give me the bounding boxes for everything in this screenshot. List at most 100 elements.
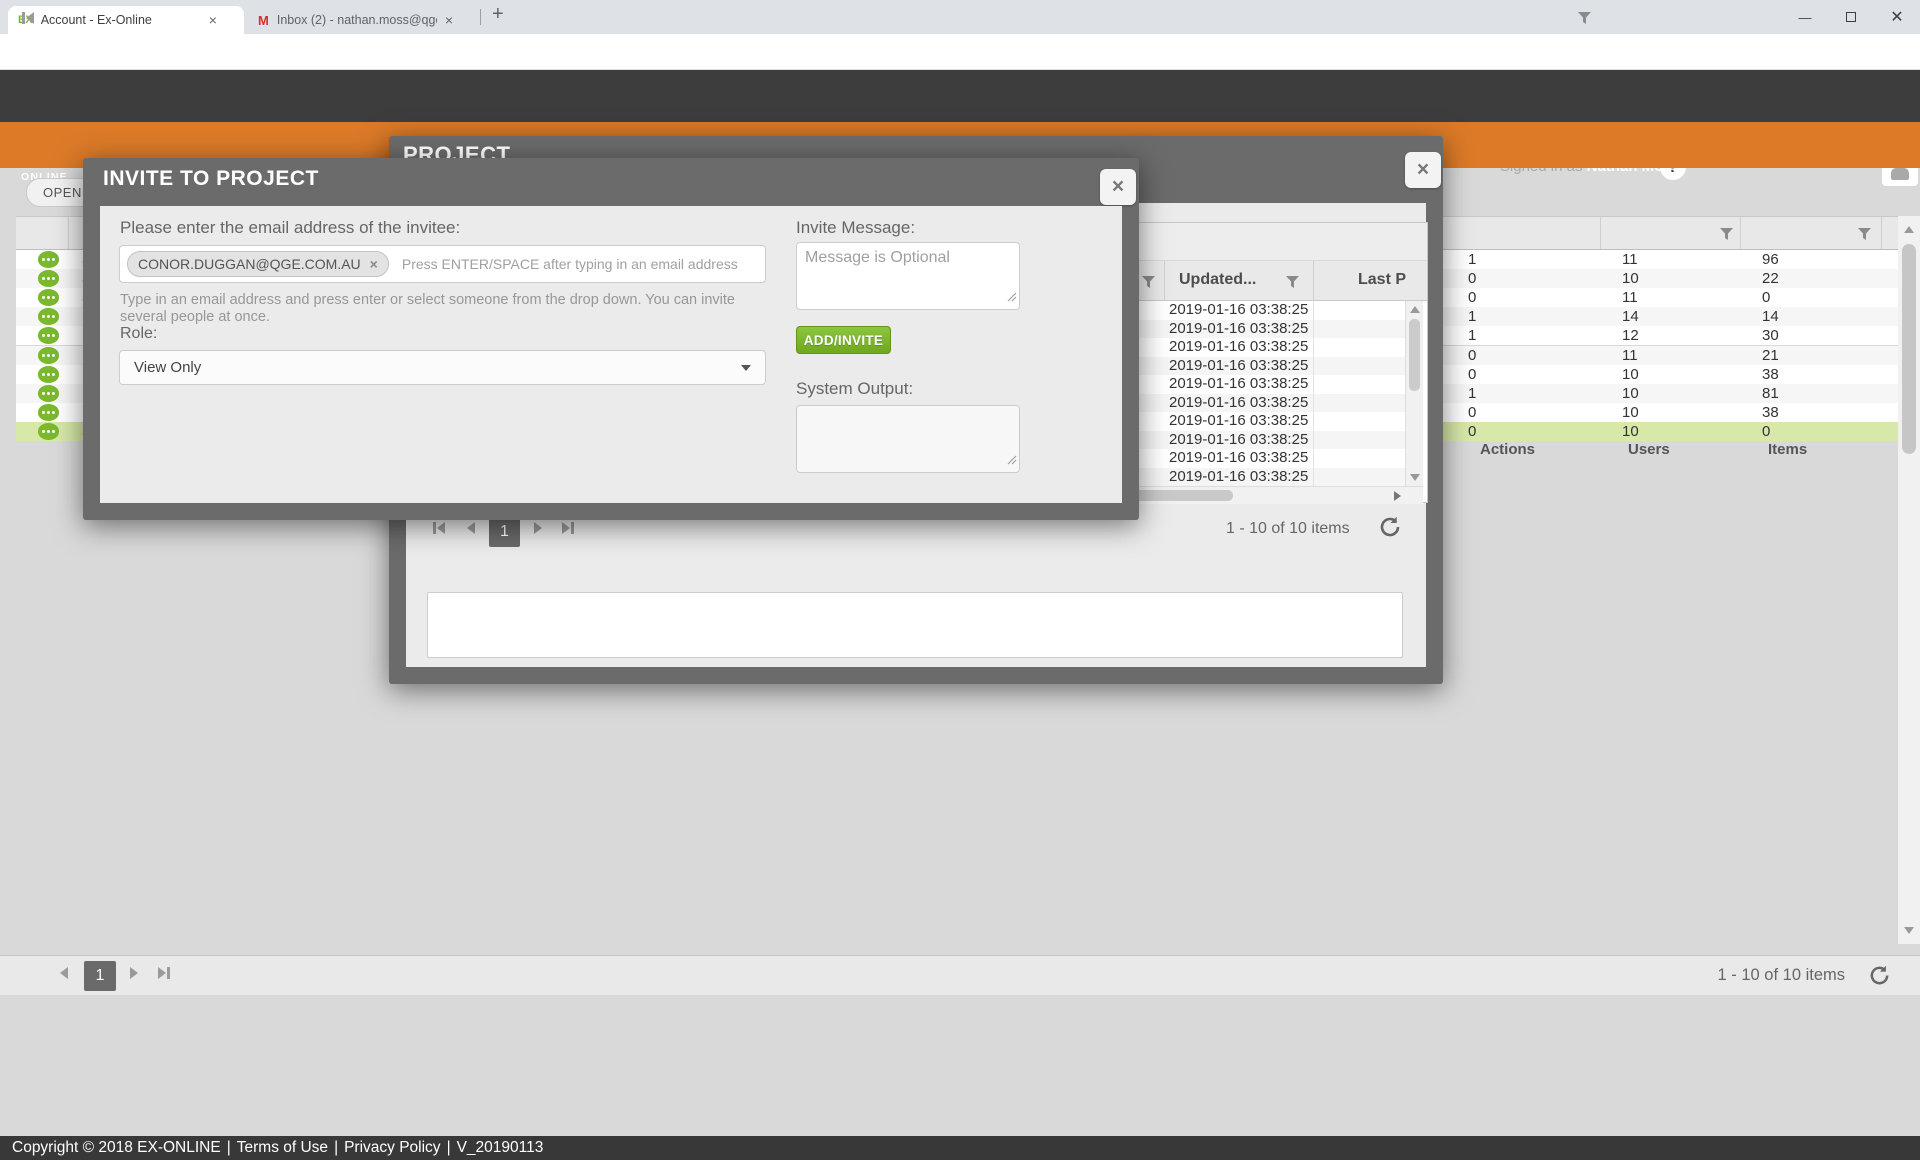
prev-page-button[interactable] xyxy=(60,967,68,979)
current-page-button[interactable]: 1 xyxy=(489,516,520,547)
column-divider xyxy=(68,217,69,249)
new-tab-button[interactable]: + xyxy=(492,3,504,26)
project-comment-textarea[interactable] xyxy=(427,592,1403,658)
page-scrollbar[interactable] xyxy=(1898,216,1920,944)
scroll-down-icon[interactable] xyxy=(1904,927,1914,934)
scroll-up-icon[interactable] xyxy=(1410,306,1420,313)
row-menu-button[interactable] xyxy=(38,347,59,364)
row-menu-button[interactable] xyxy=(38,366,59,383)
grid-scrollbar-vertical[interactable] xyxy=(1405,301,1423,486)
invite-modal-close-button[interactable]: × xyxy=(1100,169,1136,205)
column-divider xyxy=(1164,261,1165,300)
items-count-text: 1 - 10 of 10 items xyxy=(1718,966,1845,985)
role-select[interactable]: View Only xyxy=(119,350,766,385)
filter-icon[interactable] xyxy=(1142,275,1155,293)
column-divider xyxy=(1881,217,1882,249)
cell-updated: 2019-01-16 03:38:25 xyxy=(1169,375,1308,392)
cell-updated: 2019-01-16 03:38:25 xyxy=(1169,449,1308,466)
cell-items: 96 xyxy=(1762,251,1779,268)
app-header: EX ONLINE. ? Signed in as Nathan Moss xyxy=(0,70,1920,122)
cell-users: 11 xyxy=(1622,347,1638,364)
filter-icon[interactable] xyxy=(1720,227,1733,245)
cell-actions: 1 xyxy=(1468,251,1476,268)
browser-tab-inbox[interactable]: M Inbox (2) - nathan.moss@qge.co × xyxy=(248,6,476,34)
cell-items: 38 xyxy=(1762,404,1779,421)
row-menu-button[interactable] xyxy=(38,270,59,287)
version-text: V_20190113 xyxy=(457,1139,544,1157)
row-menu-button[interactable] xyxy=(38,251,59,268)
column-divider xyxy=(1313,301,1314,320)
scroll-right-icon[interactable] xyxy=(1394,491,1401,501)
scrollbar-thumb[interactable] xyxy=(1409,319,1420,391)
project-dialog-close-button[interactable]: × xyxy=(1405,152,1441,188)
filter-icon[interactable] xyxy=(1286,275,1299,293)
browser-tab-strip: EX Account - Ex-Online × M Inbox (2) - n… xyxy=(0,0,1920,34)
cell-updated: 2019-01-16 03:38:25 xyxy=(1169,320,1308,337)
scroll-down-icon[interactable] xyxy=(1410,474,1420,481)
invite-modal-title: INVITE TO PROJECT xyxy=(103,167,319,191)
first-page-button[interactable] xyxy=(433,522,445,534)
column-header-last[interactable]: Last P xyxy=(1358,271,1406,289)
cell-users: 10 xyxy=(1622,270,1639,287)
last-page-button[interactable] xyxy=(562,522,574,534)
browser-address-bar: ← → https://cloud.ex-online.com/TagBrows… xyxy=(0,34,1920,70)
last-page-button[interactable] xyxy=(158,967,170,979)
prev-page-button[interactable] xyxy=(467,522,475,534)
row-menu-button[interactable] xyxy=(38,289,59,306)
cell-users: 14 xyxy=(1622,308,1639,325)
current-page-button[interactable]: 1 xyxy=(84,961,116,991)
scrollbar-thumb[interactable] xyxy=(1902,244,1916,454)
role-label: Role: xyxy=(120,325,157,343)
column-header-updated[interactable]: Updated... xyxy=(1179,271,1256,289)
next-page-button[interactable] xyxy=(130,967,138,979)
cell-users: 11 xyxy=(1622,289,1638,306)
cell-updated: 2019-01-16 03:38:25 xyxy=(1169,301,1308,318)
cell-items: 30 xyxy=(1762,327,1779,344)
system-output-textarea[interactable] xyxy=(796,405,1020,473)
filter-icon[interactable] xyxy=(1578,11,1591,29)
cell-users: 12 xyxy=(1622,327,1639,344)
resize-handle-icon[interactable] xyxy=(1007,452,1017,470)
row-menu-button[interactable] xyxy=(38,404,59,421)
column-header-items[interactable]: Items xyxy=(1768,441,1807,458)
cell-updated: 2019-01-16 03:38:25 xyxy=(1169,412,1308,429)
tab-close-icon[interactable]: × xyxy=(209,12,217,28)
column-header-users[interactable]: Users xyxy=(1628,441,1670,458)
column-divider xyxy=(1313,394,1314,413)
row-menu-button[interactable] xyxy=(38,385,59,402)
chevron-down-icon xyxy=(741,365,751,371)
add-invite-button[interactable]: ADD/INVITE xyxy=(796,326,891,354)
row-menu-button[interactable] xyxy=(38,308,59,325)
main-pagination-bar: 1 1 - 10 of 10 items xyxy=(0,955,1920,995)
window-close-button[interactable]: ✕ xyxy=(1874,0,1920,34)
filter-icon[interactable] xyxy=(1858,227,1871,245)
resize-handle-icon[interactable] xyxy=(1007,289,1017,307)
email-input[interactable]: CONOR.DUGGAN@QGE.COM.AU × Press ENTER/SP… xyxy=(119,245,766,283)
tab-close-icon[interactable]: × xyxy=(445,12,453,28)
cell-actions: 1 xyxy=(1468,308,1476,325)
system-output-label: System Output: xyxy=(796,379,913,399)
scroll-up-icon[interactable] xyxy=(1904,226,1914,233)
next-page-button[interactable] xyxy=(534,522,542,534)
terms-of-use-link[interactable]: Terms of Use xyxy=(237,1139,328,1157)
gmail-favicon-icon: M xyxy=(258,13,269,28)
column-header-actions[interactable]: Actions xyxy=(1480,441,1535,458)
refresh-icon[interactable] xyxy=(1378,515,1402,544)
role-select-value: View Only xyxy=(134,359,201,376)
cell-actions: 0 xyxy=(1468,423,1476,440)
invite-message-textarea[interactable]: Message is Optional xyxy=(796,242,1020,310)
chip-remove-icon[interactable]: × xyxy=(370,256,378,272)
row-menu-button[interactable] xyxy=(38,327,59,344)
cell-users: 10 xyxy=(1622,366,1639,383)
window-minimize-button[interactable]: — xyxy=(1782,0,1828,34)
browser-tab-account[interactable]: EX Account - Ex-Online × xyxy=(8,6,244,34)
column-divider xyxy=(1600,217,1601,249)
cell-items: 0 xyxy=(1762,289,1770,306)
refresh-icon[interactable] xyxy=(1868,964,1891,992)
column-divider xyxy=(1313,357,1314,376)
first-page-button[interactable] xyxy=(22,12,34,24)
screen: EX Account - Ex-Online × M Inbox (2) - n… xyxy=(0,0,1920,1160)
privacy-policy-link[interactable]: Privacy Policy xyxy=(344,1139,440,1157)
row-menu-button[interactable] xyxy=(38,423,59,440)
window-maximize-button[interactable] xyxy=(1828,0,1874,34)
